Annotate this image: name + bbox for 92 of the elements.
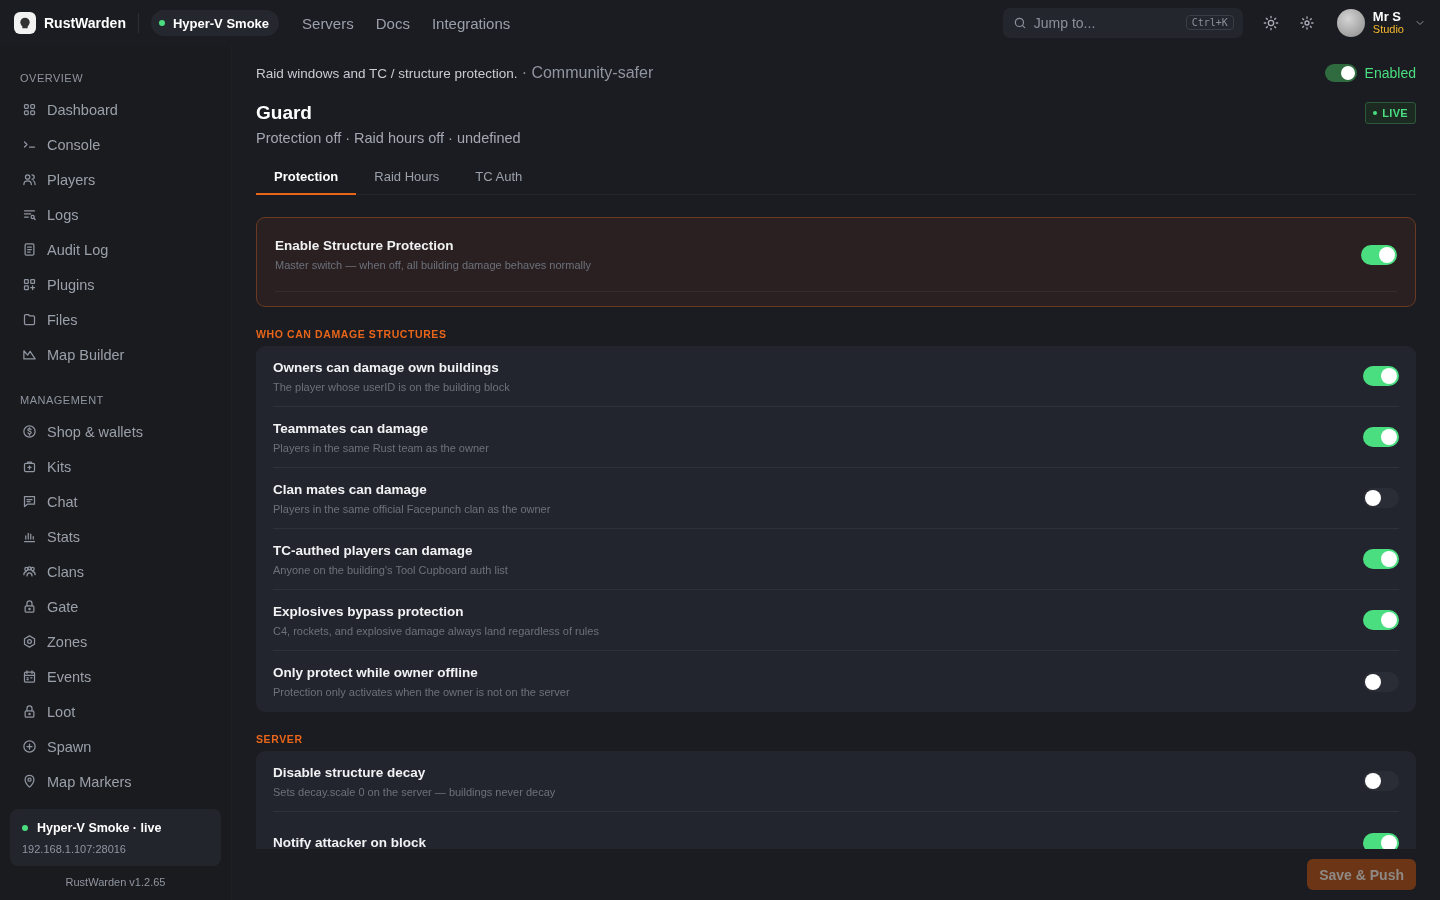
toggle-switch[interactable]	[1363, 427, 1399, 447]
section-heading: SERVER	[256, 733, 304, 745]
bag-plus-icon	[22, 459, 37, 474]
chat-icon	[22, 494, 37, 509]
sidebar-item[interactable]: Loot	[10, 694, 221, 729]
sidebar-item[interactable]: Logs	[10, 197, 221, 232]
setting-description: Anyone on the building's Tool Cupboard auth list	[273, 563, 508, 576]
sidebar-item[interactable]: Audit Log	[10, 232, 221, 267]
theme-button[interactable]	[1262, 15, 1279, 31]
section-heading: MANAGEMENT	[19, 393, 105, 408]
tab[interactable]: Protection	[256, 159, 357, 195]
user-name: Mr S	[1372, 10, 1402, 23]
nav-link[interactable]: Docs	[364, 14, 421, 32]
page-description: Raid windows and TC / structure protection.	[256, 66, 518, 81]
setting-description: Master switch — when off, all building damage behaves normally	[275, 259, 591, 271]
user-plan: Studio	[1372, 23, 1404, 36]
toggle-switch[interactable]	[1363, 549, 1399, 569]
setting-description: Sets decay.scale 0 on the server — buildings never decay	[273, 785, 556, 798]
setting-description: Protection only activates when the owner is not on the server	[273, 686, 570, 698]
shortcut-hint: Ctrl+K	[1185, 15, 1234, 30]
settings-button[interactable]	[1298, 15, 1315, 31]
toggle-switch[interactable]	[1363, 832, 1399, 849]
setting-description: Players in the same official Facepunch clan as the owner	[273, 502, 551, 515]
document-icon	[22, 242, 37, 257]
setting-title: Only protect while owner offline	[273, 665, 479, 680]
setting-title: Explosives bypass protection	[273, 603, 465, 619]
enabled-label: Enabled	[1364, 65, 1416, 81]
search-icon	[1012, 16, 1027, 30]
folder-icon	[22, 312, 37, 327]
list-search-icon	[22, 207, 37, 222]
sidebar-item[interactable]: Console	[10, 127, 221, 162]
sidebar-item[interactable]: Map Markers	[10, 764, 221, 799]
page-tag: · Community-safer	[521, 64, 654, 81]
calendar-icon	[22, 669, 37, 684]
sidebar-item[interactable]: Kits	[10, 449, 221, 484]
server-selector[interactable]: Hyper-V Smoke	[150, 10, 280, 36]
setting-title: Disable structure decay	[273, 764, 427, 780]
version-label: RustWarden v1.2.65	[64, 875, 167, 890]
sidebar-item[interactable]: Dashboard	[10, 92, 221, 127]
sidebar-item[interactable]: Stats	[10, 519, 221, 554]
sidebar-item[interactable]: Files	[10, 302, 221, 337]
users-icon	[22, 172, 37, 187]
setting-title: Clan mates can damage	[273, 481, 428, 497]
toggle-switch[interactable]	[1361, 244, 1397, 265]
toggle-switch[interactable]	[1363, 771, 1399, 791]
plus-circle-icon	[22, 739, 37, 754]
logo-icon	[14, 12, 36, 34]
tab[interactable]: Raid Hours	[356, 159, 458, 195]
coin-icon	[22, 424, 37, 439]
sidebar-item[interactable]: Zones	[10, 624, 221, 659]
toggle-switch[interactable]	[1324, 64, 1357, 82]
nav-link[interactable]: Servers	[291, 14, 365, 32]
hexagon-icon	[22, 634, 37, 649]
setting-title: Owners can damage own buildings	[273, 359, 500, 375]
live-badge: LIVE	[1365, 102, 1416, 124]
sidebar-item[interactable]: Shop & wallets	[10, 414, 221, 449]
toggle-switch[interactable]	[1363, 366, 1399, 386]
sidebar-item[interactable]: Plugins	[10, 267, 221, 302]
sidebar-item[interactable]: Gate	[10, 589, 221, 624]
server-name: Hyper-V Smoke · live	[37, 821, 162, 835]
setting-description: Players in the same Rust team as the owner	[273, 441, 489, 454]
sidebar-item[interactable]: Spawn	[10, 729, 221, 764]
toggle-switch[interactable]	[1363, 488, 1399, 508]
squares-plus-icon	[22, 277, 37, 292]
sidebar-item[interactable]: Players	[10, 162, 221, 197]
sidebar-item[interactable]: Clans	[10, 554, 221, 589]
nav-link[interactable]: Integrations	[420, 14, 522, 32]
mountain-icon	[22, 347, 37, 362]
server-address: 192.168.1.107:28016	[22, 843, 127, 855]
pin-icon	[22, 774, 37, 789]
group-icon	[22, 564, 37, 579]
toggle-switch[interactable]	[1363, 610, 1399, 630]
app-name: RustWarden	[44, 15, 126, 31]
sidebar-item[interactable]: Chat	[10, 484, 221, 519]
setting-description: C4, rockets, and explosive damage always land regardless of rules	[273, 624, 599, 637]
user-avatar[interactable]	[1336, 9, 1365, 37]
sidebar-item[interactable]: Events	[10, 659, 221, 694]
lock-icon	[22, 599, 37, 614]
setting-description: The player whose userID is on the building block	[273, 380, 510, 393]
page-subtitle: Protection off · Raid hours off · undefined	[256, 130, 522, 146]
setting-title: Enable Structure Protection	[275, 238, 455, 253]
tab[interactable]: TC Auth	[457, 159, 541, 195]
page-title: Guard	[256, 102, 312, 124]
setting-title: Notify attacker on block	[273, 835, 427, 849]
setting-title: TC-authed players can damage	[273, 542, 474, 558]
grid-icon	[22, 102, 37, 117]
section-heading: OVERVIEW	[19, 71, 85, 86]
toggle-switch[interactable]	[1363, 671, 1399, 692]
sidebar-item[interactable]: Map Builder	[10, 337, 221, 372]
setting-title: Teammates can damage	[273, 420, 430, 436]
lock-icon	[22, 704, 37, 719]
section-heading: WHO CAN DAMAGE STRUCTURES	[256, 328, 448, 340]
